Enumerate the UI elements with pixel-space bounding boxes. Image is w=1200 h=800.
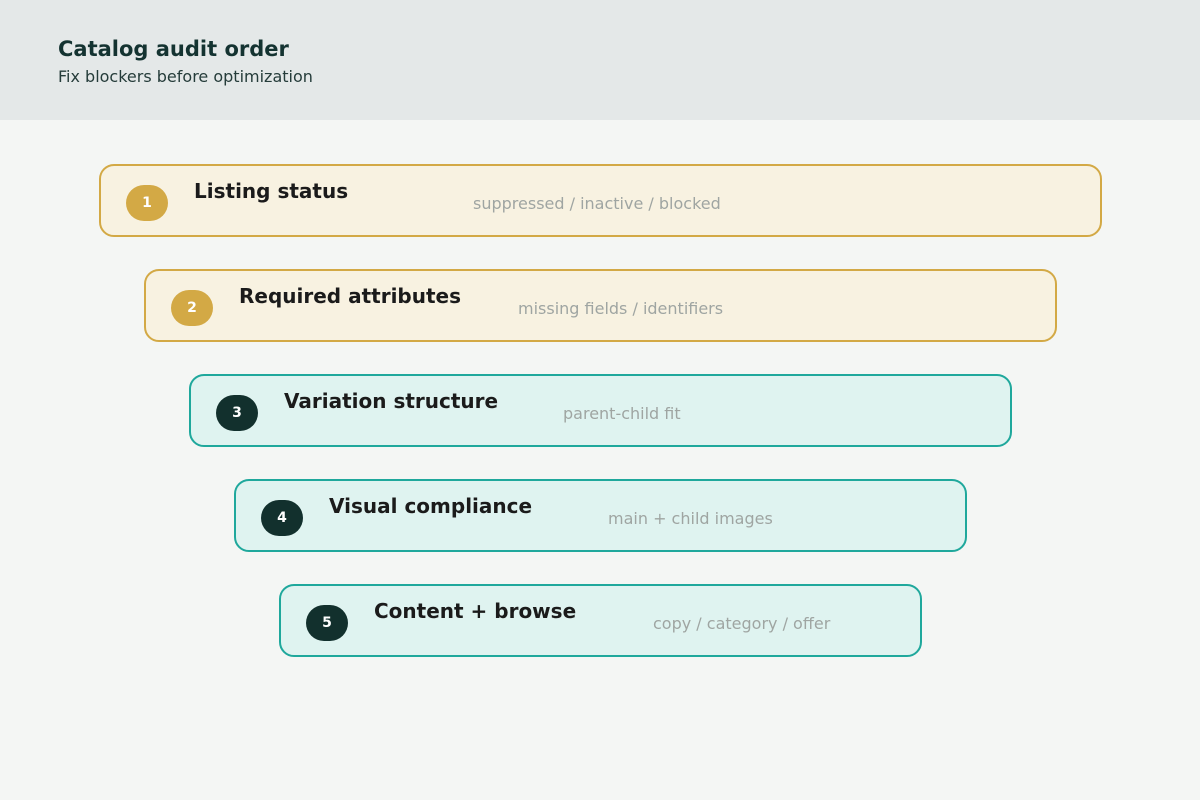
step-note: suppressed / inactive / blocked: [473, 194, 721, 213]
step-number-badge: 3: [216, 395, 258, 431]
page-subtitle: Fix blockers before optimization: [58, 67, 313, 86]
step-number-badge: 2: [171, 290, 213, 326]
step-note: copy / category / offer: [653, 614, 831, 633]
step-label: Content + browse: [374, 599, 577, 623]
step-visual-compliance: 4 Visual compliance main + child images: [234, 479, 967, 552]
step-number-badge: 4: [261, 500, 303, 536]
step-label: Visual compliance: [329, 494, 533, 518]
step-note: parent-child fit: [563, 404, 681, 423]
step-number-badge: 1: [126, 185, 168, 221]
step-label: Listing status: [194, 179, 349, 203]
step-variation-structure: 3 Variation structure parent-child fit: [189, 374, 1012, 447]
step-note: missing fields / identifiers: [518, 299, 724, 318]
header-band: Catalog audit order Fix blockers before …: [0, 0, 1200, 120]
step-note: main + child images: [608, 509, 773, 528]
step-listing-status: 1 Listing status suppressed / inactive /…: [99, 164, 1102, 237]
step-required-attributes: 2 Required attributes missing fields / i…: [144, 269, 1057, 342]
step-number-badge: 5: [306, 605, 348, 641]
page-title: Catalog audit order: [58, 37, 289, 61]
step-label: Required attributes: [239, 284, 462, 308]
step-label: Variation structure: [284, 389, 499, 413]
step-content-browse: 5 Content + browse copy / category / off…: [279, 584, 922, 657]
